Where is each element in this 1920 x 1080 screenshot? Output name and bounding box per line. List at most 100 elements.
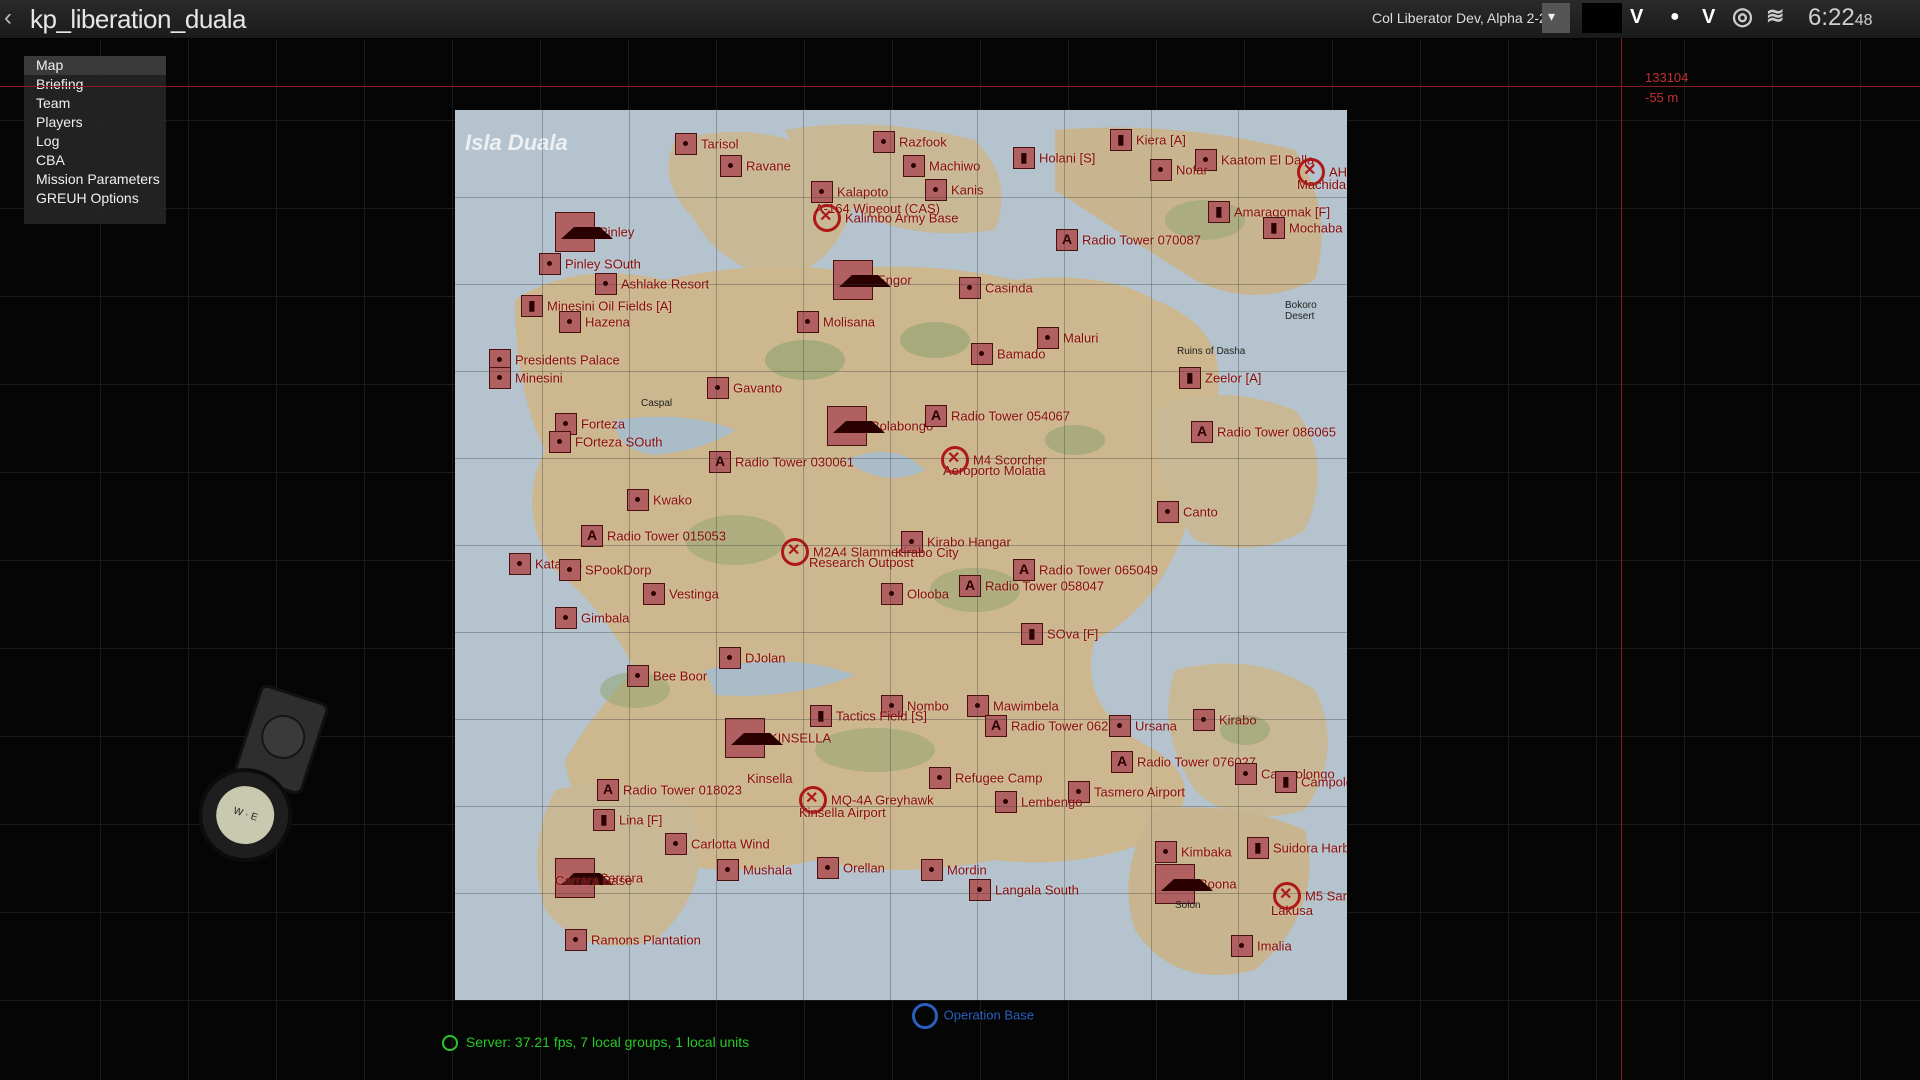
map-marker[interactable]: Radio Tower 070087	[1056, 229, 1201, 251]
map-marker[interactable]: FOrteza SOuth	[549, 431, 662, 453]
map-marker[interactable]: Ramons Plantation	[565, 929, 701, 951]
island-map[interactable]: Isla Duala Tarisol Razfook Ravane Machiwo Ho…	[455, 110, 1347, 1000]
map-marker[interactable]: Langala South	[969, 879, 1079, 901]
map-grid-line	[455, 545, 1347, 546]
map-marker[interactable]: Gimbala	[555, 607, 629, 629]
marker-label: Refugee Camp	[955, 770, 1043, 786]
map-marker[interactable]: Pinley	[555, 212, 634, 252]
map-marker[interactable]: Bolabongo	[827, 406, 933, 446]
map-marker[interactable]: Maluri	[1037, 327, 1098, 349]
map-marker[interactable]: Vestinga	[643, 583, 719, 605]
map-marker[interactable]: Pinley SOuth	[539, 253, 641, 275]
rank-chevron-icon: ▾	[1548, 8, 1556, 24]
map-marker[interactable]: Machida	[1297, 176, 1346, 192]
rank-button[interactable]: ▾	[1542, 3, 1570, 33]
map-marker[interactable]: Kirabo	[1193, 709, 1257, 731]
map-marker[interactable]: Casinda	[959, 277, 1033, 299]
menu-item-greuh-options[interactable]: GREUH Options	[24, 189, 166, 208]
town-icon	[717, 859, 739, 881]
dot-icon[interactable]: ●	[1670, 8, 1680, 26]
map-marker[interactable]: Carrara Base	[555, 872, 632, 888]
map-marker[interactable]: Radio Tower 015053	[581, 525, 726, 547]
layers-icon[interactable]: ≋	[1766, 3, 1784, 29]
town-icon	[903, 155, 925, 177]
map-marker[interactable]: Tarisol	[675, 133, 739, 155]
map-marker[interactable]: Radio Tower 018023	[597, 779, 742, 801]
menu-item-mission-parameters[interactable]: Mission Parameters	[24, 170, 166, 189]
radio-tower-icon	[709, 451, 731, 473]
town-icon	[665, 833, 687, 855]
map-marker[interactable]: Radio Tower 086065	[1191, 421, 1336, 443]
map-marker[interactable]: Tasmero Airport	[1068, 781, 1185, 803]
map-marker[interactable]: Kirabo City	[895, 544, 959, 560]
marker-label: Kwako	[653, 492, 693, 508]
map-marker[interactable]: Olooba	[881, 583, 949, 605]
chevron-down-icon[interactable]: V	[1702, 6, 1715, 29]
marker-label: Carlotta Wind	[691, 836, 770, 852]
town-icon	[559, 311, 581, 333]
item-slot[interactable]	[1582, 3, 1622, 33]
town-icon	[1150, 159, 1172, 181]
map-marker[interactable]: Lakusa	[1271, 902, 1313, 918]
map-marker[interactable]: Ravane	[720, 155, 791, 177]
map-marker[interactable]: Boona	[1155, 864, 1237, 904]
map-marker[interactable]: Lina [F]	[593, 809, 662, 831]
map-marker[interactable]: Campolongo Industrial Site [F]	[1275, 771, 1347, 793]
marker-label: Kanis	[951, 182, 984, 198]
map-marker[interactable]: Mushala	[717, 859, 792, 881]
map-marker[interactable]: Radio Tower 058047	[959, 575, 1104, 597]
map-marker[interactable]: Canto	[1157, 501, 1218, 523]
map-grid-line	[1151, 110, 1152, 1000]
map-marker[interactable]: Suidora Harbor [A]	[1247, 837, 1347, 859]
operation-base-marker[interactable]: Operation Base	[912, 1003, 1034, 1029]
town-icon	[881, 583, 903, 605]
marker-label: Hazena	[585, 314, 630, 330]
marker-label: A-164 Wipeout (CAS)	[815, 201, 940, 217]
map-marker[interactable]: Mawimbela	[967, 695, 1059, 717]
map-marker[interactable]: Bee Boor	[627, 665, 707, 687]
map-marker[interactable]: Nofar	[1150, 159, 1208, 181]
factory-icon	[1275, 771, 1297, 793]
map-marker[interactable]: A-164 Wipeout (CAS)	[815, 200, 940, 216]
map-marker[interactable]: Aeroporto Molatia	[943, 462, 1046, 478]
map-marker[interactable]: Molisana	[797, 311, 875, 333]
map-marker[interactable]: Kimbaka	[1155, 841, 1232, 863]
menu-item-team[interactable]: Team	[24, 94, 166, 113]
gps-icon[interactable]: ◎	[1732, 2, 1753, 31]
map-marker[interactable]: Lembengo	[995, 791, 1082, 813]
map-marker[interactable]: SOva [F]	[1021, 623, 1098, 645]
map-marker[interactable]: Kinsella	[747, 770, 793, 786]
menu-item-log[interactable]: Log	[24, 132, 166, 151]
mission-title: kp_liberation_duala	[30, 4, 247, 34]
back-icon[interactable]: ‹	[4, 6, 22, 30]
map-marker[interactable]: Kiera [A]	[1110, 129, 1186, 151]
map-marker[interactable]: Mochaba [S]	[1263, 217, 1347, 239]
menu-item-cba[interactable]: CBA	[24, 151, 166, 170]
map-marker[interactable]: Machiwo	[903, 155, 980, 177]
map-marker[interactable]: Hazena	[559, 311, 630, 333]
map-marker[interactable]: Kwako	[627, 489, 692, 511]
map-marker[interactable]: DJolan	[719, 647, 785, 669]
marker-label: Lembengo	[1021, 794, 1083, 810]
map-marker[interactable]: Engor	[833, 260, 912, 300]
map-marker[interactable]: SPookDorp	[559, 559, 651, 581]
map-marker[interactable]: Holani [S]	[1013, 147, 1095, 169]
chevron-down-icon[interactable]: V	[1630, 6, 1643, 29]
map-marker[interactable]: KINSELLA	[725, 718, 831, 758]
marker-label: Minesini	[515, 370, 563, 386]
map-marker[interactable]: Orellan	[817, 857, 885, 879]
town-icon	[1157, 501, 1179, 523]
friendly-base-icon	[912, 1003, 938, 1029]
map-marker[interactable]: Radio Tower 054067	[925, 405, 1070, 427]
map-marker[interactable]: Imalia	[1231, 935, 1292, 957]
map-marker[interactable]: Bamado	[971, 343, 1045, 365]
menu-item-briefing[interactable]: Briefing	[24, 75, 166, 94]
menu-item-map[interactable]: Map	[24, 56, 166, 75]
map-marker[interactable]: Refugee Camp	[929, 767, 1042, 789]
map-marker[interactable]: Gavanto	[707, 377, 782, 399]
map-marker[interactable]: Razfook	[873, 131, 947, 153]
map-marker[interactable]: Carlotta Wind	[665, 833, 770, 855]
map-marker[interactable]: Radio Tower 030061	[709, 451, 854, 473]
map-grid-line	[629, 110, 630, 1000]
menu-item-players[interactable]: Players	[24, 113, 166, 132]
